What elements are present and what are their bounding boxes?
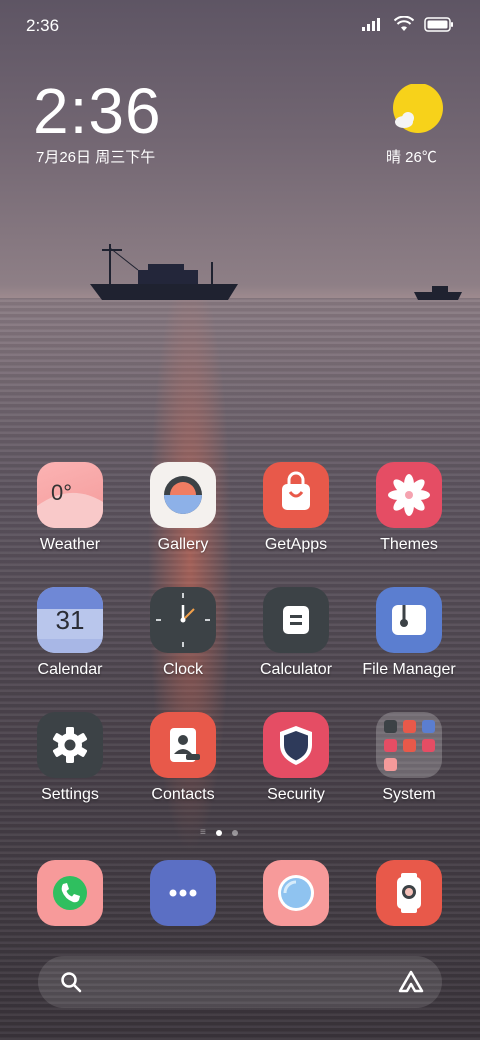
messages-icon bbox=[150, 860, 216, 926]
status-time: 2:36 bbox=[26, 16, 60, 35]
app-calendar[interactable]: 31 Calendar bbox=[14, 587, 126, 679]
app-file-manager[interactable]: File Manager bbox=[353, 587, 465, 679]
flower-icon bbox=[376, 462, 442, 528]
dock-messages[interactable] bbox=[127, 860, 239, 926]
shield-icon bbox=[263, 712, 329, 778]
app-label: Settings bbox=[41, 786, 99, 803]
status-bar: 2:36 bbox=[0, 0, 480, 50]
shopping-bag-icon bbox=[263, 462, 329, 528]
app-label: Calendar bbox=[37, 661, 103, 678]
app-settings[interactable]: Settings bbox=[14, 712, 126, 804]
app-weather[interactable]: 0° Weather bbox=[14, 462, 126, 554]
contacts-icon bbox=[150, 712, 216, 778]
camera-icon bbox=[376, 860, 442, 926]
app-getapps[interactable]: GetApps bbox=[240, 462, 352, 554]
folder-icon bbox=[376, 587, 442, 653]
page-dot-active bbox=[215, 830, 222, 836]
date-text: 7月26日 周三下午 bbox=[36, 149, 156, 166]
gallery-icon bbox=[150, 462, 216, 528]
app-security[interactable]: Security bbox=[240, 712, 352, 804]
dock-browser[interactable] bbox=[240, 860, 352, 926]
app-label: Calculator bbox=[259, 661, 333, 678]
small-boat-image bbox=[414, 286, 462, 300]
app-label: Clock bbox=[162, 661, 203, 678]
page-dot bbox=[231, 830, 238, 836]
app-label: Themes bbox=[380, 536, 438, 553]
clock-icon bbox=[150, 587, 216, 653]
signal-icon bbox=[362, 18, 380, 31]
app-themes[interactable]: Themes bbox=[353, 462, 465, 554]
lockscreen-clock[interactable]: 2:36 bbox=[33, 76, 162, 146]
sun-icon[interactable] bbox=[392, 84, 444, 136]
pages-menu-icon: ≡ bbox=[200, 827, 206, 838]
app-calculator[interactable]: Calculator bbox=[240, 587, 352, 679]
app-label: Weather bbox=[39, 536, 101, 553]
fishing-boat-image bbox=[90, 244, 238, 300]
browser-icon bbox=[263, 860, 329, 926]
app-label: Gallery bbox=[157, 536, 209, 553]
weather-icon: 0° bbox=[37, 462, 103, 528]
weather-text: 晴 26℃ bbox=[386, 149, 437, 166]
search-icon[interactable] bbox=[60, 971, 82, 993]
app-label: Contacts bbox=[151, 786, 215, 803]
app-contacts[interactable]: Contacts bbox=[127, 712, 239, 804]
calculator-icon bbox=[263, 587, 329, 653]
dock-camera[interactable] bbox=[353, 860, 465, 926]
app-gallery[interactable]: Gallery bbox=[127, 462, 239, 554]
search-bar[interactable] bbox=[38, 956, 442, 1008]
calendar-icon: 31 bbox=[37, 587, 103, 653]
folder-grid-icon bbox=[376, 712, 442, 778]
dock-phone[interactable] bbox=[14, 860, 126, 926]
battery-icon bbox=[424, 16, 453, 32]
gear-icon bbox=[37, 712, 103, 778]
app-folder-system[interactable]: System bbox=[353, 712, 465, 804]
app-label: File Manager bbox=[362, 661, 456, 678]
app-clock[interactable]: Clock bbox=[127, 587, 239, 679]
app-label: GetApps bbox=[264, 536, 328, 553]
phone-icon bbox=[37, 860, 103, 926]
app-label: Security bbox=[267, 786, 325, 803]
app-label: System bbox=[382, 786, 436, 803]
wifi-icon bbox=[394, 16, 414, 31]
assistant-icon[interactable] bbox=[398, 970, 424, 994]
page-indicator[interactable]: ≡ bbox=[200, 827, 238, 838]
weather-tile-temp: 0° bbox=[51, 480, 73, 505]
calendar-tile-day: 31 bbox=[55, 605, 85, 635]
